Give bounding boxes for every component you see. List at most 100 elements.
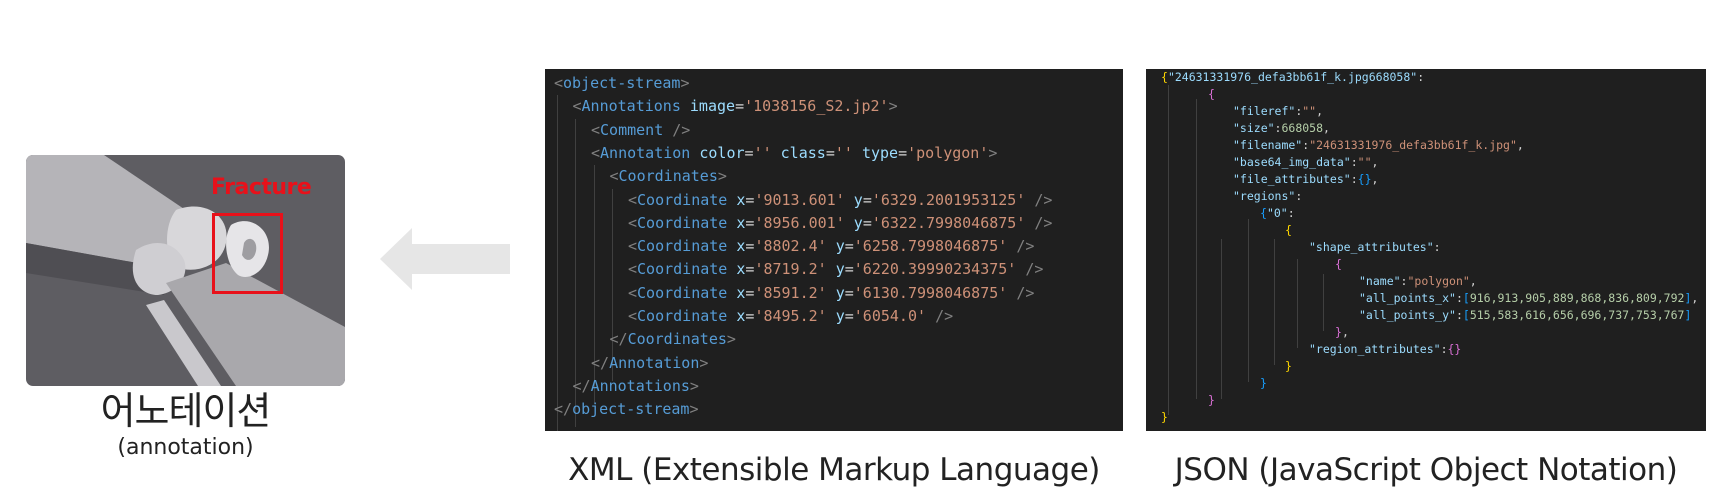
code-token: < xyxy=(628,237,638,256)
code-token: > xyxy=(726,330,736,349)
code-token: </ xyxy=(554,400,573,419)
code-token: = xyxy=(844,307,854,325)
annotation-title-english: (annotation) xyxy=(117,435,254,460)
code-token: image xyxy=(689,97,736,116)
code-line: <Coordinate x='8719.2' y='6220.399902343… xyxy=(628,258,1043,281)
code-line: } xyxy=(1208,392,1215,409)
code-token: Coordinate xyxy=(637,260,728,279)
code-token: , xyxy=(1323,121,1330,135)
code-token: } xyxy=(1161,410,1168,424)
indent-guide xyxy=(1323,274,1324,331)
code-line: "shape_attributes": xyxy=(1309,239,1441,256)
code-token: /> xyxy=(1034,190,1053,209)
code-token: '6258.7998046875' xyxy=(853,237,1008,256)
code-line: "file_attributes":{}, xyxy=(1233,171,1378,188)
code-token: "base64_img_data" xyxy=(1233,155,1351,169)
code-token: "shape_attributes" xyxy=(1309,240,1434,254)
code-token: /> xyxy=(1016,237,1035,256)
code-line: "fileref":"", xyxy=(1233,103,1323,120)
code-line: "base64_img_data":"", xyxy=(1233,154,1378,171)
code-token: '6322.7998046875' xyxy=(871,213,1026,232)
code-line: "regions": xyxy=(1233,188,1302,205)
code-token: < xyxy=(628,283,638,302)
code-token: [ xyxy=(1462,291,1470,305)
code-token: : xyxy=(1350,172,1358,186)
code-line: } xyxy=(1285,358,1292,375)
code-token: Coordinate xyxy=(637,190,728,209)
code-token: y xyxy=(853,190,863,209)
code-line: <Coordinate x='8956.001' y='6322.7998046… xyxy=(628,212,1052,235)
code-token: {} xyxy=(1357,172,1372,186)
code-token: { xyxy=(1161,70,1168,84)
code-token: 515,583,616,656,696,737,753,767 xyxy=(1469,308,1685,322)
code-token: Coordinates xyxy=(618,167,718,186)
xml-code-panel: <object-stream> <Annotations image='10381… xyxy=(545,69,1123,431)
code-token: Annotation xyxy=(609,353,700,372)
code-token: '8495.2' xyxy=(754,307,827,325)
code-token: < xyxy=(591,120,601,139)
code-token: 'polygon' xyxy=(907,143,989,162)
code-token: } xyxy=(1335,325,1342,339)
code-token: : xyxy=(1350,155,1358,169)
code-token: /> xyxy=(1016,283,1035,302)
code-token: '6130.7998046875' xyxy=(853,283,1008,302)
code-line: { xyxy=(1285,222,1292,239)
code-line: </Annotation> xyxy=(591,352,708,375)
code-line: <Comment /> xyxy=(591,119,690,142)
code-line: <object-stream> xyxy=(554,72,689,95)
code-token: /> xyxy=(1025,260,1044,279)
code-token: : xyxy=(1455,291,1463,305)
fracture-bounding-box xyxy=(212,213,283,294)
code-token: y xyxy=(835,283,845,302)
code-token: '8591.2' xyxy=(754,283,827,302)
code-token: '9013.601' xyxy=(754,190,845,209)
code-token: Coordinates xyxy=(627,330,727,349)
code-token: > xyxy=(699,353,709,372)
code-token: </ xyxy=(591,353,610,372)
code-line: "size":668058, xyxy=(1233,120,1330,137)
code-token: "file_attributes" xyxy=(1233,172,1351,186)
code-token: = xyxy=(735,97,745,116)
code-token: '6220.39990234375' xyxy=(853,260,1017,279)
code-token: 668058 xyxy=(1281,121,1324,135)
code-token: object-stream xyxy=(572,400,690,419)
code-token: "0" xyxy=(1266,206,1288,220)
code-token: 916,913,905,889,868,836,809,792 xyxy=(1469,291,1685,305)
xml-caption: XML (Extensible Markup Language) xyxy=(568,452,1100,488)
code-token: "all_points_y" xyxy=(1359,308,1456,322)
indent-guide xyxy=(1297,259,1298,348)
code-token: y xyxy=(835,237,845,256)
code-token: "region_attributes" xyxy=(1309,342,1441,356)
code-token: y xyxy=(853,213,863,232)
code-line: <Coordinate x='8495.2' y='6054.0' /> xyxy=(628,305,953,328)
code-line: <Coordinate x='8591.2' y='6130.799804687… xyxy=(628,282,1034,305)
code-token: '6329.2001953125' xyxy=(871,190,1026,209)
arrow-left-icon xyxy=(380,228,510,290)
code-token: < xyxy=(628,213,638,232)
code-token: "polygon" xyxy=(1407,274,1470,288)
code-token: </ xyxy=(609,330,628,349)
indent-guide xyxy=(1274,239,1275,365)
code-token: , xyxy=(1316,104,1324,118)
code-token: {} xyxy=(1447,342,1462,356)
code-line: <Coordinate x='9013.601' y='6329.2001953… xyxy=(628,189,1052,212)
code-line: { xyxy=(1335,256,1342,273)
json-caption: JSON (JavaScript Object Notation) xyxy=(1174,452,1678,488)
code-token: Coordinate xyxy=(637,213,728,232)
code-line: <Annotations image='1038156_S2.jp2'> xyxy=(573,95,898,118)
json-code-panel: {"24631331976_defa3bb61f_k.jpg668058":{"… xyxy=(1146,69,1706,431)
code-token: </ xyxy=(572,376,591,395)
code-token: '' xyxy=(753,143,772,162)
code-token: "all_points_x" xyxy=(1359,291,1456,305)
annotation-title-korean: 어노테이션 xyxy=(100,389,272,433)
code-token: class xyxy=(780,143,826,162)
